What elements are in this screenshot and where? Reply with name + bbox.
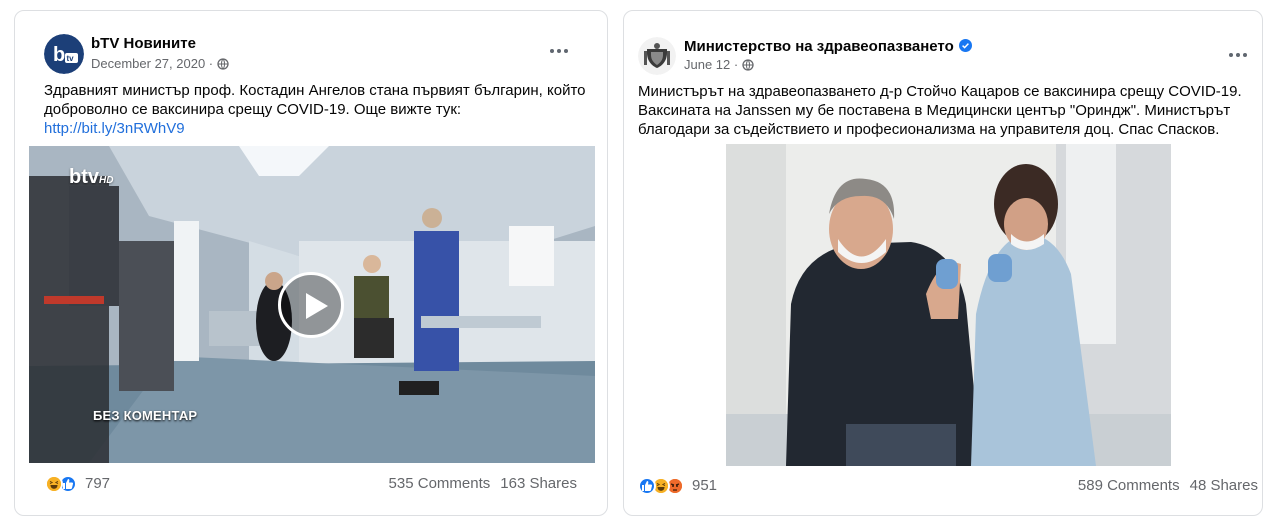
reaction-count: 951	[692, 477, 718, 494]
more-options-icon[interactable]	[1226, 45, 1250, 65]
post-header: Министерство на здравеопазването June 12…	[624, 33, 1262, 75]
more-options-icon[interactable]	[547, 41, 571, 61]
post-meta: June 12 ·	[684, 57, 754, 72]
play-icon[interactable]	[278, 272, 344, 338]
globe-icon	[742, 58, 754, 71]
page-avatar-btv[interactable]: b tv	[44, 34, 84, 74]
post-photo[interactable]	[726, 144, 1171, 466]
post-link[interactable]: http://bit.ly/3nRWhV9	[44, 119, 594, 138]
channel-logo-text: btv	[69, 166, 99, 188]
reactions-summary[interactable]: 951	[638, 476, 717, 496]
post-footer: 797 535 Comments 163 Shares	[15, 474, 607, 496]
post-text-line: Здравният министър проф. Костадин Ангело…	[44, 82, 586, 99]
comments-link[interactable]: 589 Comments	[1078, 476, 1180, 496]
haha-reaction-icon	[45, 475, 63, 493]
post-date[interactable]: June 12 ·	[684, 57, 738, 72]
page-avatar-ministry[interactable]	[638, 37, 676, 75]
page-name[interactable]: bTV Новините	[91, 35, 196, 52]
shares-link[interactable]: 48 Shares	[1190, 476, 1258, 496]
video-player[interactable]: btvHD БЕЗ КОМЕНТАР	[29, 146, 595, 463]
engagement-stats: 535 Comments 163 Shares	[389, 474, 577, 494]
photo-image	[726, 144, 1171, 466]
reaction-count: 797	[85, 475, 111, 492]
engagement-stats: 589 Comments 48 Shares	[1078, 476, 1258, 496]
like-reaction-icon	[638, 477, 656, 495]
post-text: Министърът на здравеопазването д-р Стойч…	[638, 82, 1253, 139]
shares-link[interactable]: 163 Shares	[500, 474, 577, 494]
verified-badge-icon	[958, 39, 972, 52]
post-date[interactable]: December 27, 2020 ·	[91, 56, 213, 71]
video-caption: БЕЗ КОМЕНТАР	[93, 408, 198, 423]
channel-logo: btvHD	[69, 166, 114, 188]
reactions-summary[interactable]: 797	[45, 474, 110, 494]
post-text-line: Ваксината на Janssen му бе поставена в М…	[638, 102, 1231, 119]
post-text-line: Министърът на здравеопазването д-р Стойч…	[638, 83, 1242, 100]
page-name-text: Министерство на здравеопазването	[684, 38, 954, 55]
post-card-ministry: Министерство на здравеопазването June 12…	[623, 10, 1263, 516]
post-meta: December 27, 2020 ·	[91, 56, 229, 71]
post-footer: 951 589 Comments 48 Shares	[624, 476, 1262, 498]
post-header: b tv bTV Новините December 27, 2020 ·	[15, 33, 607, 75]
post-text-line: доброволно се ваксинира срещу COVID-19. …	[44, 101, 462, 118]
post-card-btv: b tv bTV Новините December 27, 2020 · Зд…	[14, 10, 608, 516]
post-text-line: благодари за съдействието и професионали…	[638, 121, 1220, 138]
post-text: Здравният министър проф. Костадин Ангело…	[44, 81, 594, 138]
comments-link[interactable]: 535 Comments	[389, 474, 491, 494]
svg-text:b: b	[53, 44, 65, 66]
svg-text:tv: tv	[67, 54, 75, 63]
globe-icon	[217, 57, 229, 70]
page-name[interactable]: Министерство на здравеопазването	[684, 38, 972, 55]
